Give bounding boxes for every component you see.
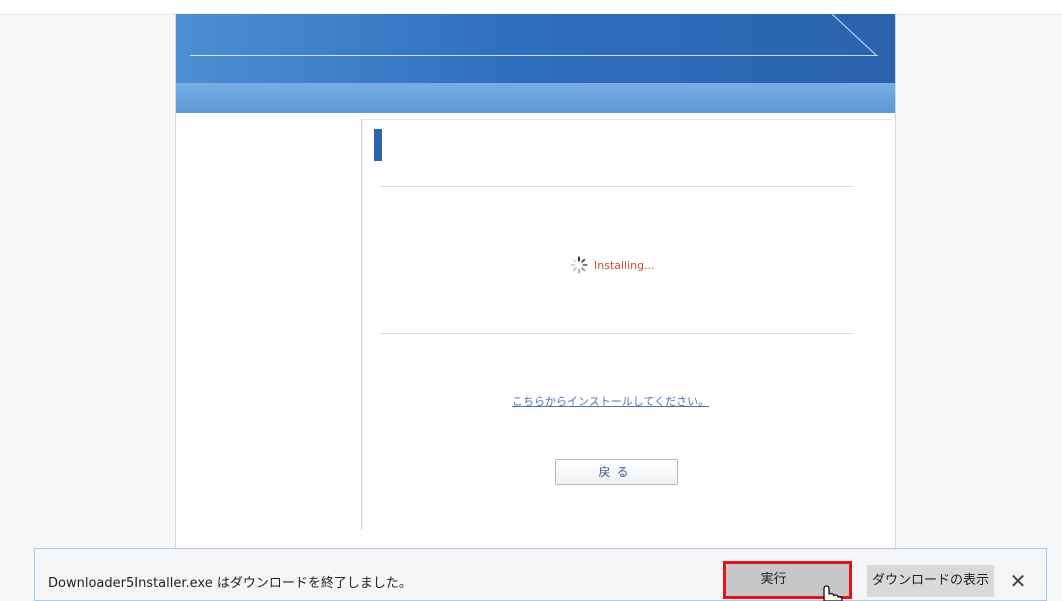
- run-button-label: 実行: [760, 572, 787, 587]
- download-notification-bar: Downloader5Installer.exe はダウンロードを終了しました。…: [34, 548, 1047, 601]
- hand-pointer-icon: [823, 585, 843, 601]
- divider-top: [380, 186, 854, 187]
- banner-rule: [190, 55, 878, 56]
- install-content-panel: Installing... こちらからインストールしてください。 戻る: [361, 119, 892, 530]
- installing-label: Installing...: [594, 258, 655, 272]
- divider-bottom: [380, 333, 854, 334]
- download-complete-message: Downloader5Installer.exe はダウンロードを終了しました。: [48, 576, 412, 591]
- view-downloads-button[interactable]: ダウンロードの表示: [867, 565, 994, 597]
- header-subbar: [176, 83, 895, 113]
- manual-install-link[interactable]: こちらからインストールしてください。: [512, 393, 709, 409]
- section-accent-tab: [374, 129, 382, 161]
- close-icon[interactable]: ✕: [1002, 565, 1034, 597]
- installing-status: Installing...: [570, 255, 655, 275]
- header-banner: [176, 14, 895, 83]
- top-strip: [0, 0, 1062, 15]
- back-button[interactable]: 戻る: [555, 459, 678, 485]
- banner-decoration: [831, 14, 877, 56]
- installer-page-frame: Installing... こちらからインストールしてください。 戻る: [175, 14, 896, 574]
- loading-spinner-icon: [570, 256, 588, 274]
